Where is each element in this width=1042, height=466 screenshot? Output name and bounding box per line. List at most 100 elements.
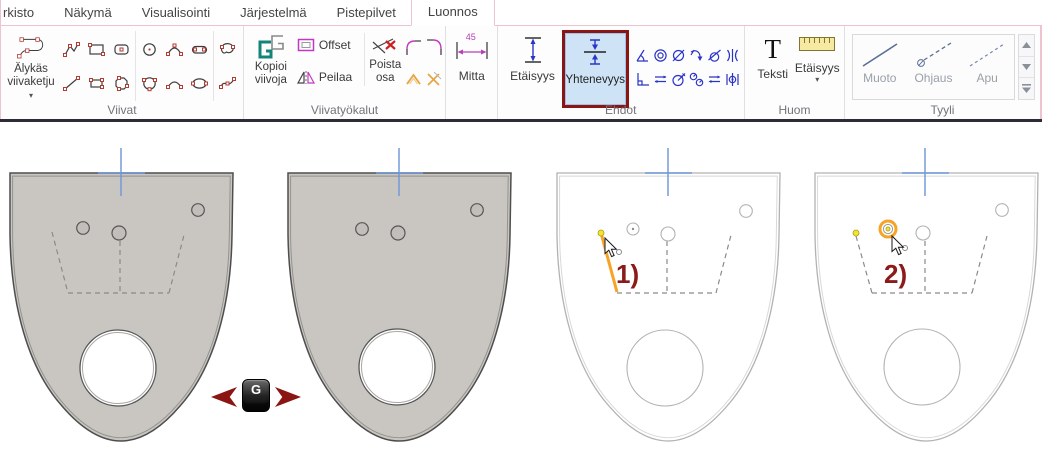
line-endpoint-marker[interactable] [598, 230, 604, 236]
constraint-direction[interactable] [688, 43, 706, 67]
constraint-radius[interactable] [670, 67, 688, 91]
offset-button[interactable]: Offset [297, 29, 351, 61]
distance-constraint-button[interactable]: Etäisyys [506, 29, 560, 102]
ribbon-tab-bar: rkisto Näkymä Visualisointi Järjestelmä … [0, 0, 1042, 26]
small-hole[interactable] [77, 222, 90, 235]
chamfer-trim-button[interactable] [423, 65, 443, 97]
copy-lines-button[interactable]: Kopioi viivoja [247, 29, 295, 102]
style-ohjaus[interactable]: Ohjaus [907, 35, 961, 99]
step-2-label: 2) [884, 259, 907, 289]
line-style-gallery: Muoto Ohjaus Apu [852, 34, 1015, 100]
smart-polyline-button[interactable]: Älykäs viivaketju ▾ [4, 29, 58, 102]
tab-arkisto[interactable]: rkisto [1, 1, 49, 25]
draw-line-button[interactable] [59, 66, 84, 100]
small-hole[interactable] [356, 223, 369, 236]
group-viivat: Älykäs viivaketju ▾ [1, 26, 244, 119]
large-hole[interactable] [627, 330, 703, 406]
dashed-line-circle-icon [910, 40, 956, 70]
style-muoto[interactable]: Muoto [853, 35, 907, 99]
line-endpoint-marker[interactable] [853, 230, 859, 236]
trim-button[interactable]: Poista osa [368, 29, 403, 102]
small-hole[interactable] [471, 204, 484, 217]
draw-polyline-button[interactable] [59, 32, 84, 66]
constraint-concentric[interactable] [652, 43, 670, 67]
constraint-perpendicular[interactable] [634, 67, 652, 91]
draw-arc-points-button[interactable] [162, 66, 187, 100]
distance-annotation-label: Etäisyys [795, 61, 840, 75]
tab-visualisointi[interactable]: Visualisointi [127, 1, 225, 25]
fillet-trim-button[interactable] [423, 33, 443, 65]
constraint-diameter[interactable] [670, 43, 688, 67]
drawing-canvas[interactable]: G 1) [0, 122, 1042, 466]
style-apu[interactable]: Apu [960, 35, 1014, 99]
style-apu-label: Apu [976, 71, 997, 85]
draw-circle-center-button[interactable] [137, 32, 162, 66]
draw-ellipse-button[interactable] [187, 66, 212, 100]
tab-luonnos[interactable]: Luonnos [411, 0, 495, 26]
keyboard-key-g: G [242, 379, 270, 412]
tab-nakyma[interactable]: Näkymä [49, 1, 127, 25]
coincident-constraint-icon [581, 37, 609, 67]
distance-annotation-button[interactable]: Etäisyys ▾ [793, 29, 842, 102]
plate-wireframe-step-2[interactable]: 2) [807, 140, 1042, 460]
smart-polyline-icon [9, 33, 53, 60]
mirror-icon [297, 70, 315, 85]
constraint-horizontal[interactable] [706, 67, 724, 91]
dimension-label: Mitta [459, 69, 485, 83]
group-tyyli: Muoto Ohjaus Apu [845, 26, 1040, 119]
trim-icon [372, 35, 398, 55]
draw-polygon-button[interactable] [109, 66, 134, 100]
offset-peilaa-column: Offset Peilaa [295, 29, 361, 102]
large-hole[interactable] [359, 329, 435, 405]
gallery-expand-icon[interactable] [1019, 78, 1034, 99]
constraint-equal-radius[interactable] [688, 67, 706, 91]
chevron-down-icon: ▾ [815, 75, 819, 84]
coincident-constraint-label: Yhtenevyys [566, 74, 625, 86]
draw-closed-spline-button[interactable] [215, 32, 240, 66]
small-hole[interactable] [916, 226, 930, 240]
tab-jarjestelma[interactable]: Järjestelmä [225, 1, 321, 25]
gallery-scroll-down-icon[interactable] [1019, 57, 1034, 79]
group-label-ehdot: Ehdot [498, 103, 744, 117]
small-hole[interactable] [192, 204, 205, 217]
constraint-tangent[interactable] [706, 43, 724, 67]
coincident-constraint-button[interactable]: Yhtenevyys [562, 30, 629, 108]
small-hole[interactable] [740, 205, 753, 218]
hole-center-point[interactable] [886, 227, 890, 231]
text-button[interactable]: T Teksti [753, 29, 793, 102]
draw-circle-points-button[interactable] [137, 66, 162, 100]
draw-slot-button[interactable] [187, 32, 212, 66]
mirror-button[interactable]: Peilaa [297, 61, 352, 93]
draw-rounded-rectangle-button[interactable] [109, 32, 134, 66]
plate-shaded-no-sketch[interactable] [280, 140, 520, 460]
dimension-button[interactable]: 45 Mitta [453, 29, 491, 102]
small-hole[interactable] [661, 227, 675, 241]
chamfer-button[interactable] [403, 65, 423, 97]
plate-wireframe-step-1[interactable]: 1) [549, 140, 789, 460]
distance-constraint-label: Etäisyys [510, 69, 555, 83]
large-hole[interactable] [884, 329, 960, 405]
draw-arc-button[interactable] [162, 32, 187, 66]
group-ehdot: Etäisyys Yhtenevyys [498, 26, 745, 119]
text-label: Teksti [757, 67, 788, 81]
group-mitta: 45 Mitta [446, 26, 498, 119]
constraint-equal[interactable] [652, 67, 670, 91]
group-huom: T Teksti Etäisyys ▾ Huom [745, 26, 845, 119]
offset-label: Offset [319, 38, 351, 52]
hole-center-point[interactable] [632, 228, 634, 230]
constraint-angle[interactable] [634, 43, 652, 67]
fillet-button[interactable] [403, 33, 423, 65]
large-hole[interactable] [80, 330, 156, 406]
draw-rectangle-filled-button[interactable] [84, 66, 109, 100]
draw-spline-button[interactable] [215, 66, 240, 100]
small-hole[interactable] [391, 226, 405, 240]
small-hole[interactable] [112, 226, 126, 240]
small-hole[interactable] [996, 204, 1009, 217]
gallery-scroll-up-icon[interactable] [1019, 35, 1034, 57]
tab-pistepilvet[interactable]: Pistepilvet [322, 1, 411, 25]
constraint-symmetric[interactable] [724, 43, 742, 67]
draw-rectangle-button[interactable] [84, 32, 109, 66]
group-label-viivatyokalut: Viivatyökalut [244, 103, 445, 117]
plate-shaded-with-sketch[interactable] [2, 140, 242, 460]
constraint-fix[interactable] [724, 67, 742, 91]
